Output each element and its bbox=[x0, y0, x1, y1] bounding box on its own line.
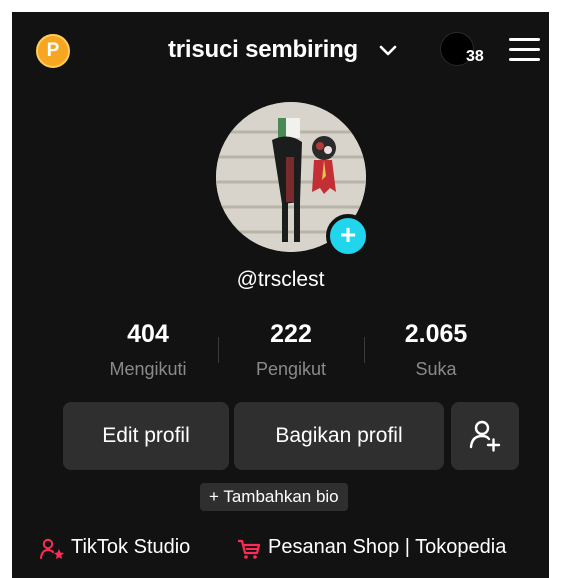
stat-likes[interactable]: 2.065 Suka bbox=[361, 320, 511, 380]
plus-icon: + bbox=[339, 219, 357, 250]
notification-indicator[interactable]: 38 bbox=[440, 32, 484, 70]
tiktok-studio-link[interactable]: TikTok Studio bbox=[40, 536, 190, 559]
share-profile-button[interactable]: Bagikan profil bbox=[234, 402, 444, 470]
cart-icon bbox=[238, 539, 261, 559]
menu-icon[interactable] bbox=[509, 38, 540, 62]
profile-handle: @trsclest bbox=[236, 268, 325, 291]
add-bio-button[interactable]: + Tambahkan bio bbox=[200, 483, 348, 511]
shop-orders-link[interactable]: Pesanan Shop | Tokopedia bbox=[236, 536, 506, 559]
account-switcher-title[interactable]: trisuci sembiring bbox=[168, 36, 358, 64]
stat-followers[interactable]: 222 Pengikut bbox=[216, 320, 366, 380]
add-friend-icon bbox=[469, 420, 501, 452]
tiktok-studio-label: TikTok Studio bbox=[71, 536, 191, 558]
stat-value: 404 bbox=[127, 320, 169, 348]
coin-icon[interactable]: P bbox=[36, 34, 70, 68]
add-friend-button[interactable] bbox=[451, 402, 519, 470]
studio-icon bbox=[40, 538, 64, 559]
stat-label: Pengikut bbox=[255, 359, 327, 379]
stat-value: 2.065 bbox=[404, 320, 468, 348]
edit-profile-button[interactable]: Edit profil bbox=[63, 402, 229, 470]
notification-count: 38 bbox=[466, 48, 484, 65]
profile-screen: P trisuci sembiring 38 + @trsclest 404 M… bbox=[12, 12, 549, 578]
stat-label: Mengikuti bbox=[109, 359, 187, 379]
chevron-down-icon[interactable] bbox=[378, 44, 398, 58]
add-photo-button[interactable]: + bbox=[326, 214, 370, 258]
shop-orders-label: Pesanan Shop | Tokopedia bbox=[268, 536, 507, 558]
stat-following[interactable]: 404 Mengikuti bbox=[73, 320, 223, 380]
stat-value: 222 bbox=[270, 320, 312, 348]
stat-label: Suka bbox=[415, 359, 457, 379]
